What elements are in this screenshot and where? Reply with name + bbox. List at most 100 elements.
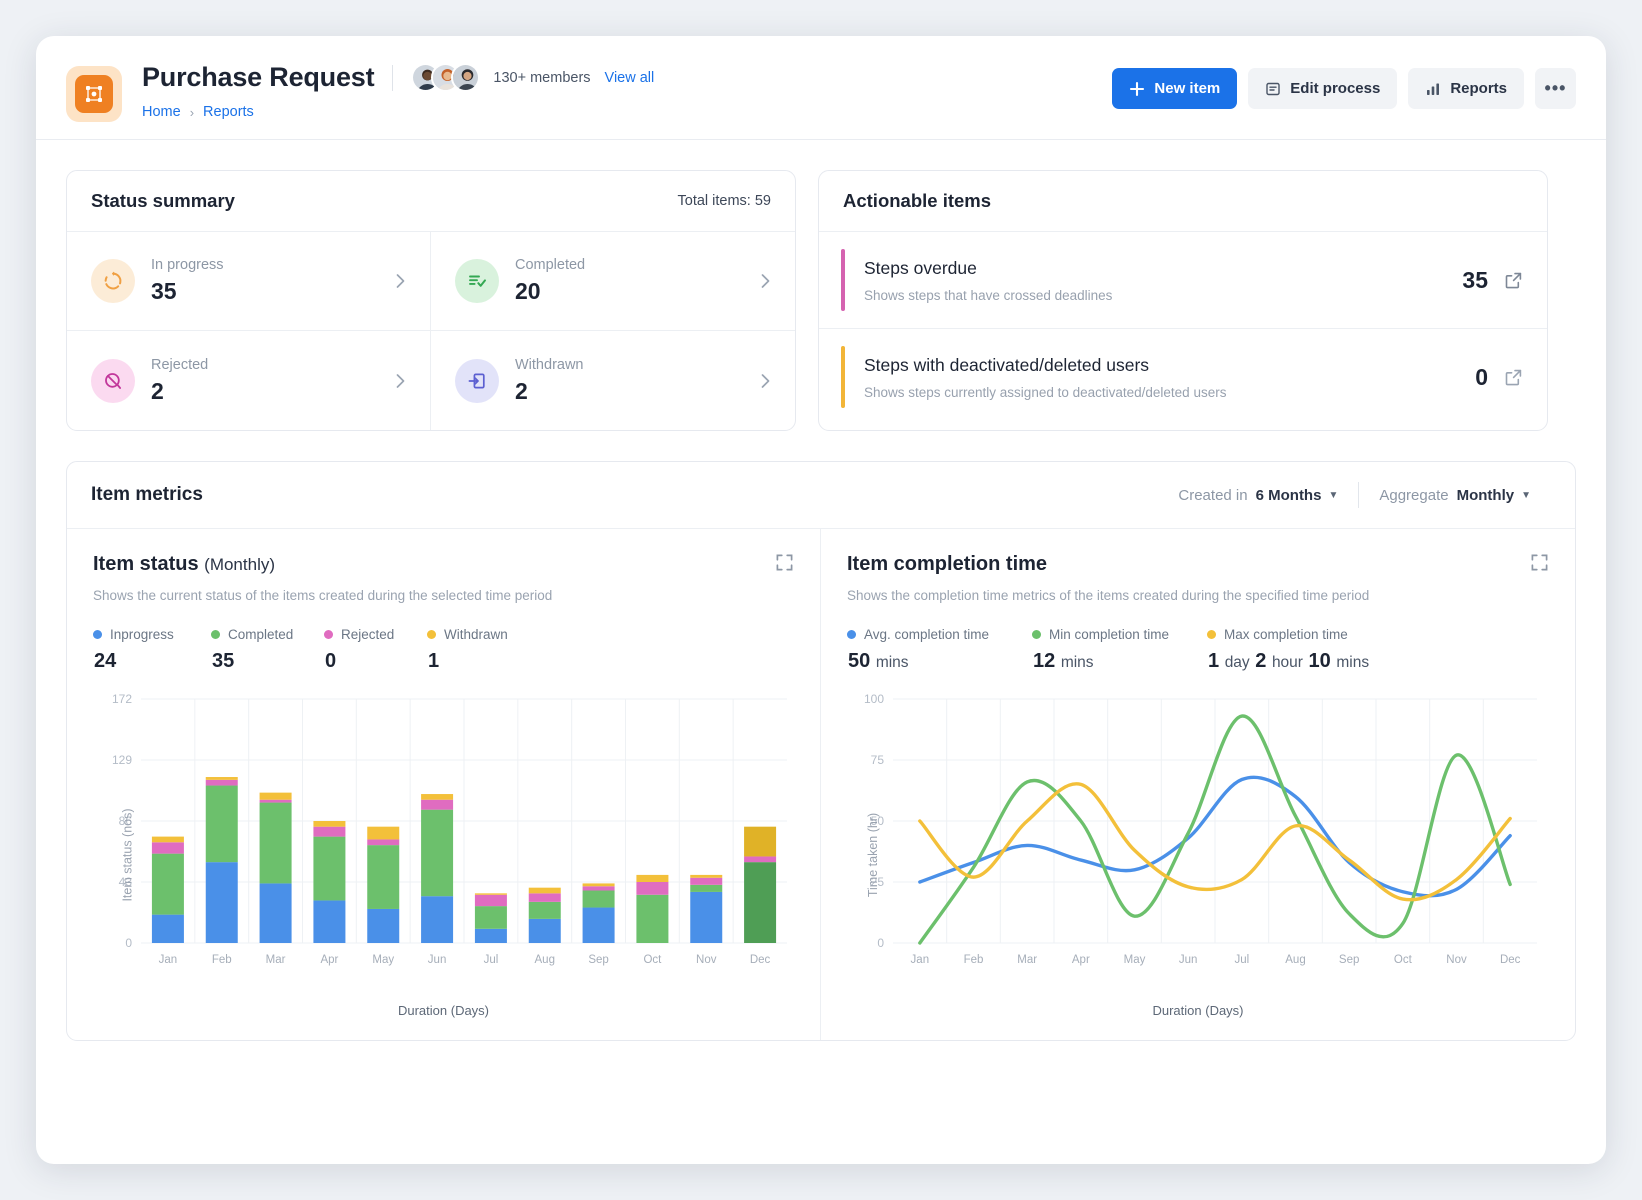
svg-text:Aug: Aug — [535, 954, 555, 966]
item-status-chart: Item status (nos) 0 43 86 129 172 Jan Feb Mar Ap… — [93, 691, 794, 1018]
legend-item-completed: Completed 35 — [211, 627, 324, 673]
svg-text:Feb: Feb — [964, 954, 984, 966]
item-status-description: Shows the current status of the items cr… — [93, 588, 553, 603]
svg-text:Nov: Nov — [696, 954, 717, 966]
expand-icon[interactable] — [1530, 553, 1549, 572]
legend-value: 1 — [428, 650, 440, 672]
legend-label: Max completion time — [1224, 627, 1348, 642]
item-completion-pane: Item completion time Shows the completio… — [821, 529, 1575, 1040]
aggregate-dropdown[interactable]: Aggregate Monthly ▼ — [1359, 487, 1551, 504]
legend-label: Avg. completion time — [864, 627, 990, 642]
item-completion-title: Item completion time — [847, 553, 1048, 575]
status-tile-value: 2 — [151, 377, 164, 404]
chevron-right-icon — [755, 371, 775, 391]
in-progress-icon — [91, 259, 135, 303]
svg-text:Feb: Feb — [212, 954, 232, 966]
status-tile-rejected[interactable]: Rejected 2 — [67, 331, 431, 430]
actionable-row-subtitle: Shows steps currently assigned to deacti… — [864, 384, 1227, 400]
legend-label: Min completion time — [1049, 627, 1170, 642]
svg-text:75: 75 — [871, 753, 885, 767]
reports-label: Reports — [1450, 80, 1507, 97]
status-tile-label: In progress — [151, 257, 224, 273]
item-status-legend: Inprogress 24 Completed 35 Rejected 0 Wi… — [93, 627, 794, 673]
legend-unit: mins — [1060, 654, 1094, 671]
reports-button[interactable]: Reports — [1408, 68, 1524, 109]
plus-icon — [1129, 81, 1145, 97]
actionable-row-title: Steps overdue — [864, 257, 977, 278]
svg-text:172: 172 — [112, 692, 132, 706]
y-axis-title: Item status (nos) — [120, 807, 135, 902]
member-avatars[interactable] — [411, 63, 481, 92]
item-metrics-card: Item metrics Created in 6 Months ▼ Aggre… — [66, 461, 1576, 1041]
svg-text:Mar: Mar — [266, 954, 286, 966]
created-in-value: 6 Months — [1255, 486, 1322, 504]
x-axis-title: Duration (Days) — [397, 1003, 490, 1018]
svg-text:Jun: Jun — [1179, 954, 1198, 966]
total-items-label: Total items: 59 — [677, 193, 772, 209]
legend-value: 50 — [848, 650, 871, 672]
svg-text:May: May — [372, 954, 394, 966]
external-link-icon[interactable] — [1504, 368, 1523, 387]
legend-value: 0 — [325, 650, 337, 672]
legend-dot — [324, 630, 333, 639]
edit-process-button[interactable]: Edit process — [1248, 68, 1398, 109]
legend-item-rejected: Rejected 0 — [324, 627, 427, 673]
summary-row: Status summary Total items: 59 In progre… — [36, 140, 1606, 431]
aggregate-label: Aggregate — [1379, 486, 1449, 504]
chevron-down-icon: ▼ — [1328, 489, 1339, 501]
item-status-subtitle: (Monthly) — [204, 555, 276, 574]
item-completion-legend: Avg. completion time 50 mins Min complet… — [847, 627, 1549, 673]
status-tile-completed[interactable]: Completed 20 — [431, 232, 795, 331]
svg-text:Jul: Jul — [484, 954, 499, 966]
item-metrics-controls: Created in 6 Months ▼ Aggregate Monthly … — [1158, 482, 1551, 508]
legend-label: Withdrawn — [444, 627, 508, 642]
actionable-row-deactivated-users[interactable]: Steps with deactivated/deleted users Sho… — [819, 329, 1547, 425]
status-tile-value: 20 — [515, 278, 541, 304]
status-tile-withdrawn[interactable]: Withdrawn 2 — [431, 331, 795, 430]
bar-chart-svg: 04386129172Jan Feb Mar Apr May Jun Jul Aug Sep Oc… — [112, 692, 787, 966]
line-chart-svg: 0255075100Jan Feb Mar Apr May Jun Jul Aug Sep Oct… — [864, 692, 1537, 966]
status-badge — [841, 249, 845, 311]
status-tile-in-progress[interactable]: In progress 35 — [67, 232, 431, 331]
breadcrumb-home[interactable]: Home — [142, 104, 181, 120]
chevron-right-icon: › — [189, 104, 195, 120]
status-badge — [841, 346, 845, 408]
expand-icon[interactable] — [775, 553, 794, 572]
svg-text:Apr: Apr — [320, 954, 338, 966]
svg-text:Dec: Dec — [750, 954, 771, 966]
legend-item-max-completion: Max completion time 1 day 2 hour 10 mins — [1207, 627, 1369, 673]
more-options-button[interactable]: ••• — [1535, 68, 1576, 109]
chevron-right-icon — [390, 371, 410, 391]
svg-text:0: 0 — [877, 936, 884, 950]
actionable-row-subtitle: Shows steps that have crossed deadlines — [864, 287, 1113, 303]
external-link-icon[interactable] — [1504, 271, 1523, 290]
svg-text:Jul: Jul — [1234, 954, 1249, 966]
legend-value-2: 2 — [1255, 650, 1267, 672]
breadcrumb-reports[interactable]: Reports — [203, 104, 254, 120]
item-status-title: Item status — [93, 553, 199, 575]
legend-item-avg-completion: Avg. completion time 50 mins — [847, 627, 1032, 673]
withdrawn-icon — [455, 358, 499, 403]
svg-text:Dec: Dec — [1500, 954, 1521, 966]
created-in-dropdown[interactable]: Created in 6 Months ▼ — [1158, 487, 1358, 504]
legend-item-withdrawn: Withdrawn 1 — [427, 627, 508, 673]
aggregate-value: Monthly — [1456, 486, 1515, 504]
edit-process-label: Edit process — [1290, 80, 1381, 97]
legend-value: 1 — [1208, 650, 1220, 672]
status-summary-card: Status summary Total items: 59 In progre… — [66, 170, 796, 431]
new-item-button[interactable]: New item — [1112, 68, 1238, 109]
svg-text:Aug: Aug — [1285, 954, 1305, 966]
chevron-right-icon — [755, 271, 775, 291]
legend-dot — [1032, 630, 1041, 639]
x-axis-title: Duration (Days) — [1152, 1003, 1244, 1018]
app-window: Purchase Request 130+ members View all H… — [36, 36, 1606, 1164]
actionable-row-steps-overdue[interactable]: Steps overdue Shows steps that have cros… — [819, 232, 1547, 329]
view-all-link[interactable]: View all — [605, 70, 655, 86]
status-tile-value: 2 — [515, 377, 528, 404]
legend-item-min-completion: Min completion time 12 mins — [1032, 627, 1207, 673]
legend-label: Completed — [228, 627, 294, 642]
legend-unit: mins — [875, 654, 909, 671]
svg-text:Oct: Oct — [643, 954, 662, 966]
legend-value: 12 — [1033, 650, 1056, 672]
item-status-pane: Item status (Monthly) Shows the current … — [67, 529, 821, 1040]
